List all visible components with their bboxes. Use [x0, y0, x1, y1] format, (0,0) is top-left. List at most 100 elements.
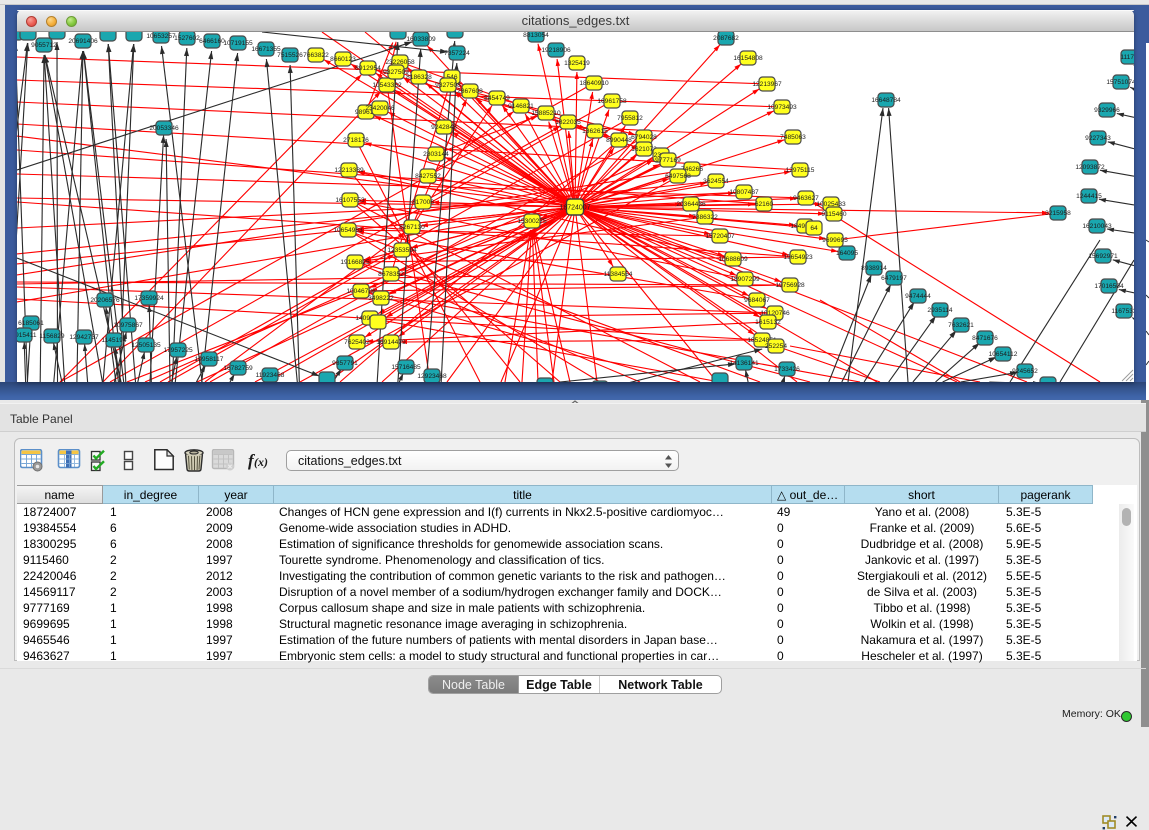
svg-text:62160: 62160	[755, 201, 774, 208]
svg-text:10958117: 10958117	[195, 356, 224, 363]
svg-text:10654983: 10654983	[333, 227, 363, 234]
svg-text:1325419: 1325419	[564, 60, 590, 67]
svg-text:11923468: 11923468	[256, 372, 285, 379]
svg-text:8427552: 8427552	[415, 173, 441, 180]
svg-text:7386322: 7386322	[692, 214, 718, 221]
svg-text:6185061: 6185061	[18, 320, 44, 327]
svg-text:3624554: 3624554	[703, 178, 729, 185]
svg-text:9329966: 9329966	[1094, 107, 1120, 114]
svg-text:9245652: 9245652	[1012, 368, 1038, 375]
svg-text:9242848: 9242848	[431, 124, 457, 131]
svg-text:1362615: 1362615	[582, 128, 608, 135]
svg-text:2935114: 2935114	[927, 307, 953, 314]
svg-text:12923468: 12923468	[417, 373, 447, 380]
svg-text:12353594: 12353594	[387, 247, 417, 254]
svg-text:16033809: 16033809	[406, 36, 436, 43]
svg-text:17016504: 17016504	[1094, 283, 1124, 290]
svg-text:7955812: 7955812	[617, 115, 643, 122]
svg-text:9474444: 9474444	[905, 293, 931, 300]
svg-text:12942737: 12942737	[69, 334, 99, 341]
svg-text:2087682: 2087682	[713, 35, 739, 42]
svg-text:8912954: 8912954	[355, 65, 381, 72]
svg-text:6497568: 6497568	[665, 173, 691, 180]
svg-text:19218906: 19218906	[541, 47, 571, 54]
svg-text:7485063: 7485063	[780, 134, 806, 141]
svg-text:10975867: 10975867	[113, 322, 143, 329]
svg-text:7632621: 7632621	[948, 322, 974, 329]
svg-text:10543382: 10543382	[372, 82, 402, 89]
svg-text:9857791: 9857791	[332, 360, 358, 367]
svg-text:8660123: 8660123	[330, 56, 356, 63]
svg-text:8186328: 8186328	[406, 74, 432, 81]
svg-text:7357224: 7357224	[444, 50, 470, 57]
svg-text:6479197: 6479197	[881, 275, 907, 282]
svg-text:18640910: 18640910	[579, 80, 609, 87]
svg-text:1145194: 1145194	[101, 337, 127, 344]
svg-text:11384554: 11384554	[604, 271, 633, 278]
svg-text:19756928: 19756928	[775, 282, 805, 289]
svg-text:23420046: 23420046	[365, 105, 395, 112]
svg-text:8454749: 8454749	[484, 95, 510, 102]
svg-text:8267130: 8267130	[399, 224, 425, 231]
svg-text:17957225: 17957225	[163, 347, 193, 354]
svg-text:(x): (x)	[254, 455, 268, 469]
svg-text:17359924: 17359924	[134, 295, 164, 302]
svg-text:3915411: 3915411	[17, 332, 37, 339]
svg-text:19166825: 19166825	[340, 259, 370, 266]
svg-text:15885210: 15885210	[531, 110, 561, 117]
svg-text:252254: 252254	[765, 343, 787, 350]
svg-text:9115460: 9115460	[821, 211, 847, 218]
svg-text:16210043: 16210043	[1082, 223, 1112, 230]
svg-text:19654923: 19654923	[783, 254, 813, 261]
svg-text:2718176: 2718176	[343, 137, 369, 144]
svg-text:9146821: 9146821	[508, 103, 534, 110]
svg-text:1167533: 1167533	[1111, 308, 1134, 315]
svg-text:18724007: 18724007	[559, 205, 590, 212]
svg-text:10653257: 10653257	[146, 33, 176, 40]
svg-text:10688609: 10688609	[718, 256, 748, 263]
svg-text:12213389: 12213389	[334, 167, 364, 174]
svg-text:8678352: 8678352	[378, 271, 404, 278]
svg-text:12505135: 12505135	[131, 342, 161, 349]
svg-text:164095: 164095	[836, 250, 858, 257]
svg-text:1822035: 1822035	[555, 119, 581, 126]
svg-text:9699695: 9699695	[822, 237, 848, 244]
svg-text:9055712: 9055712	[31, 42, 57, 49]
svg-text:16782759: 16782759	[223, 365, 253, 372]
svg-text:15720407: 15720407	[705, 233, 735, 240]
svg-text:1156829: 1156829	[39, 333, 65, 340]
svg-text:3498222: 3498222	[368, 295, 394, 302]
svg-text:18907299: 18907299	[730, 276, 760, 283]
svg-text:20691406: 20691406	[68, 38, 98, 45]
svg-text:20364436: 20364436	[676, 201, 706, 208]
svg-text:20206576: 20206576	[90, 297, 120, 304]
svg-text:1615132: 1615132	[755, 319, 781, 326]
svg-text:8938914: 8938914	[861, 265, 887, 272]
svg-text:64: 64	[810, 225, 818, 232]
svg-text:10973493: 10973493	[767, 104, 797, 111]
svg-text:1527602: 1527602	[174, 35, 200, 42]
svg-text:10807487: 10807487	[729, 189, 759, 196]
svg-text:15716485: 15716485	[391, 364, 421, 371]
svg-text:20053346: 20053346	[149, 125, 179, 132]
svg-text:11172: 11172	[1120, 54, 1134, 61]
svg-text:9463627: 9463627	[793, 195, 819, 202]
svg-text:16648784: 16648784	[871, 97, 901, 104]
svg-text:2867608: 2867608	[457, 88, 483, 95]
svg-text:12093872: 12093872	[1075, 164, 1105, 171]
svg-text:14136141: 14136141	[729, 360, 759, 367]
svg-text:15692971: 15692971	[1088, 253, 1118, 260]
svg-text:12975115: 12975115	[786, 167, 815, 174]
svg-text:9684067: 9684067	[744, 297, 770, 304]
svg-text:10046786: 10046786	[346, 288, 376, 295]
svg-text:817006: 817006	[412, 199, 434, 206]
svg-text:6466160: 6466160	[199, 38, 225, 45]
svg-text:3215958: 3215958	[1045, 210, 1071, 217]
svg-text:1244415: 1244415	[1076, 193, 1102, 200]
svg-text:8813054: 8813054	[523, 32, 549, 39]
svg-text:8990448: 8990448	[606, 137, 632, 144]
svg-text:15751074: 15751074	[1106, 79, 1134, 86]
svg-text:12213967: 12213967	[752, 81, 782, 88]
svg-text:1733426: 1733426	[774, 366, 800, 373]
svg-text:9227343: 9227343	[1085, 135, 1111, 142]
